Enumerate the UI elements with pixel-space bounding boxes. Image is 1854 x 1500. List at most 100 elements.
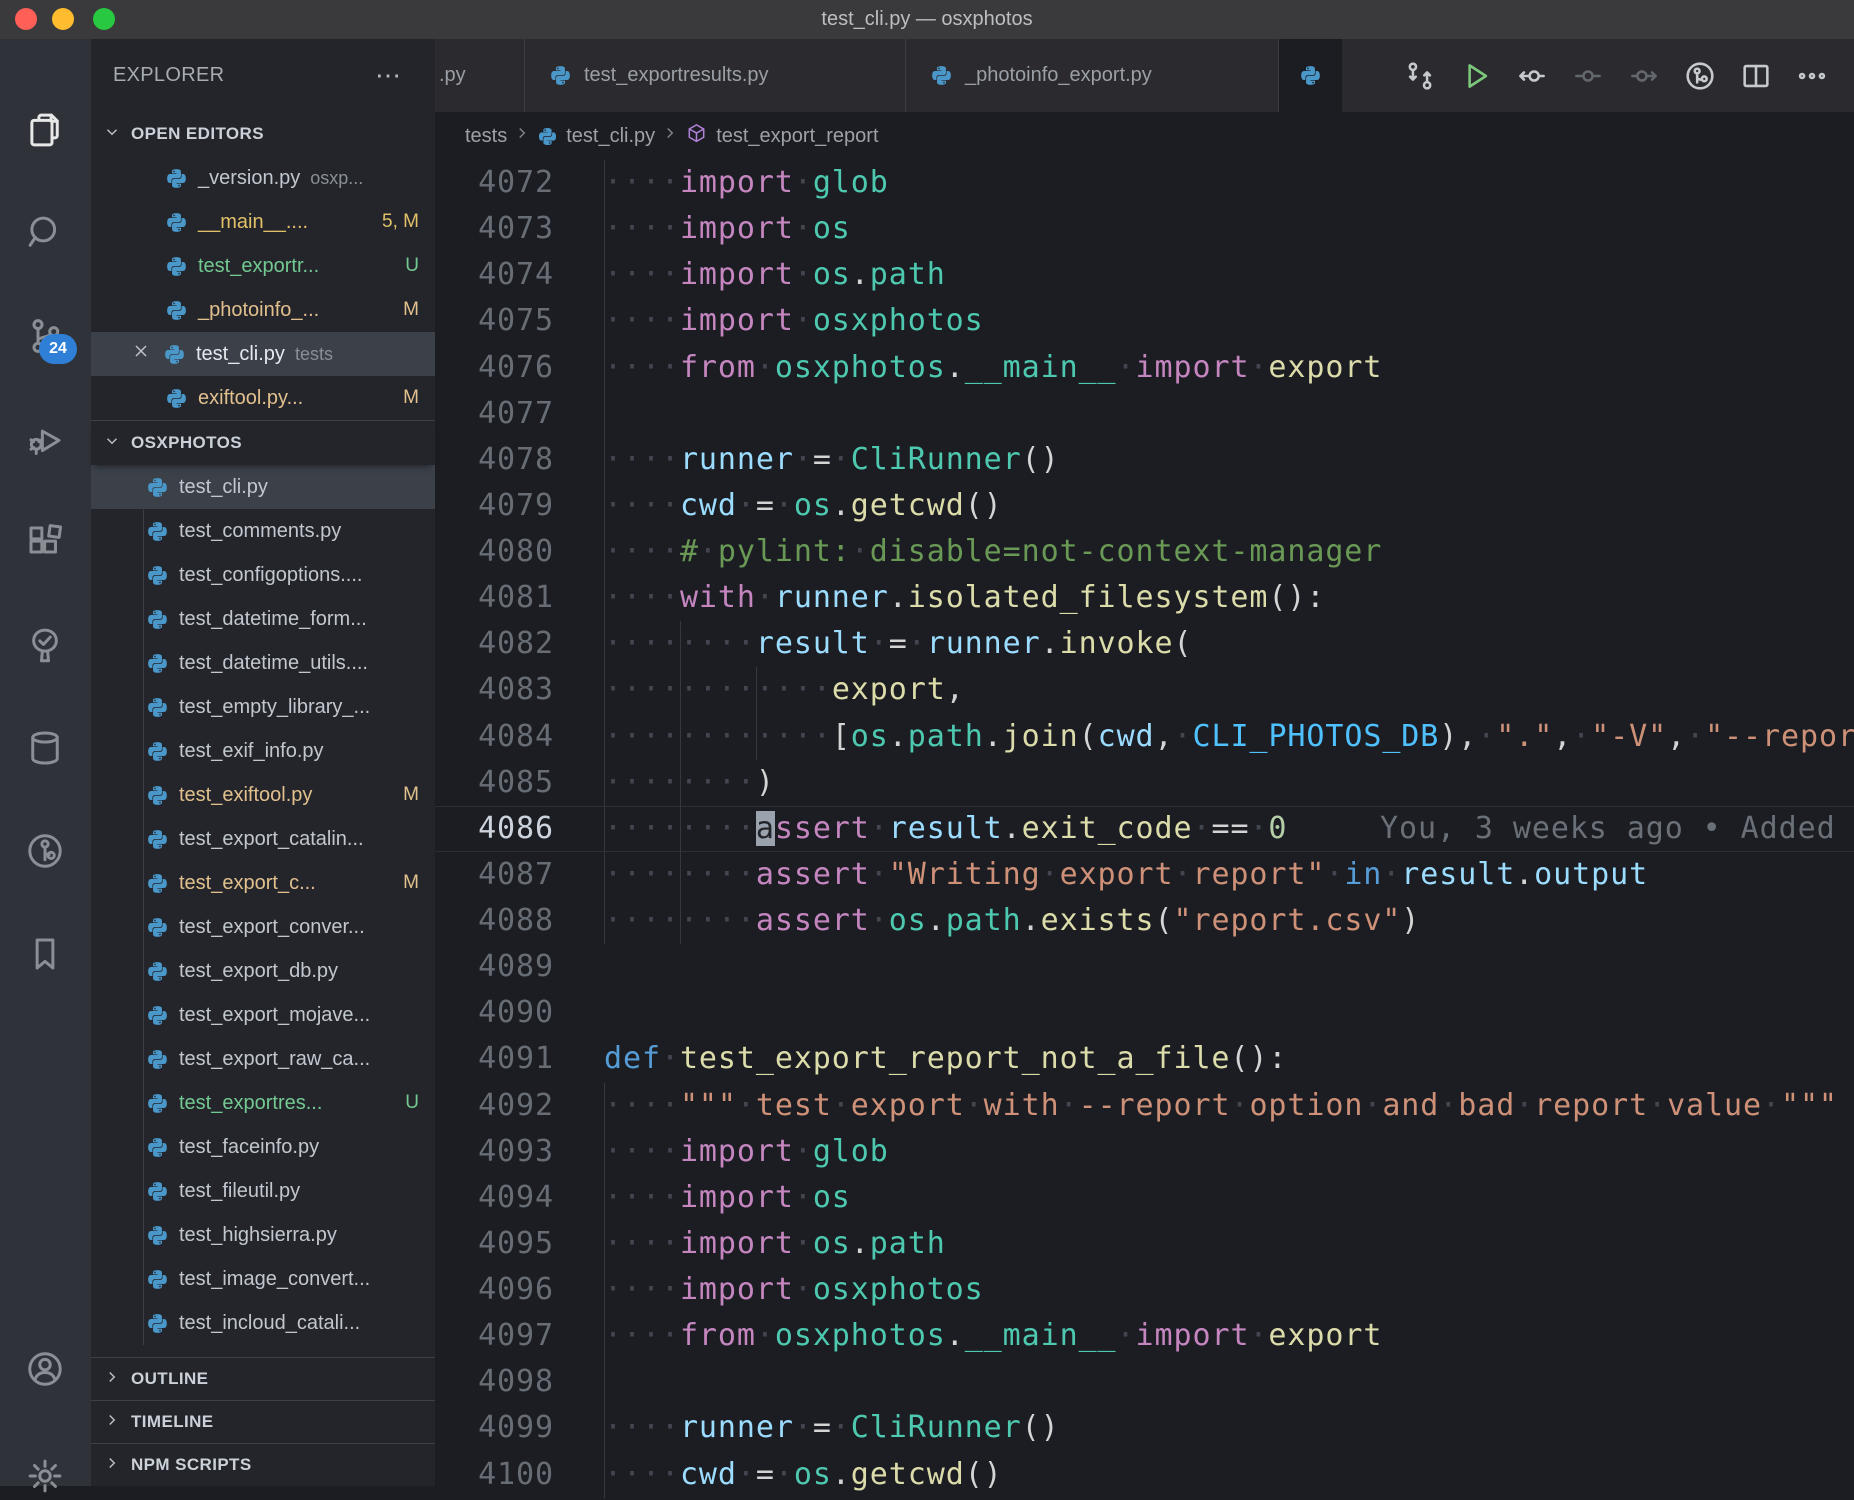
open-changes-icon[interactable] <box>1392 52 1448 100</box>
tree-item[interactable]: test_export_db.py <box>91 949 435 993</box>
previous-change-icon[interactable] <box>1504 52 1560 100</box>
python-file-icon <box>146 1048 169 1071</box>
indent-guide-icon <box>604 667 605 713</box>
code-line: 4074····import·os.path <box>435 252 1854 298</box>
open-editor-item[interactable]: __main__.... 5, M <box>91 200 435 244</box>
search-icon[interactable] <box>21 209 69 257</box>
tree-item[interactable]: test_exiftool.pyM <box>91 773 435 817</box>
tree-item[interactable]: test_faceinfo.py <box>91 1125 435 1169</box>
tree-item[interactable]: test_export_catalin... <box>91 817 435 861</box>
open-editor-item[interactable]: exiftool.py...M <box>91 376 435 420</box>
tab-active-pinned[interactable] <box>1279 39 1342 112</box>
tree-item[interactable]: test_fileutil.py <box>91 1169 435 1213</box>
breadcrumb-item[interactable]: test_cli.py <box>566 125 655 148</box>
python-file-icon <box>163 343 186 366</box>
tree-item[interactable]: test_highsierra.py <box>91 1213 435 1257</box>
line-content: ····cwd·=·os.getcwd() <box>604 1452 1854 1498</box>
explorer-more-actions-icon[interactable]: ⋯ <box>375 60 403 91</box>
tree-item[interactable]: test_configoptions.... <box>91 553 435 597</box>
database-icon[interactable] <box>21 724 69 772</box>
extensions-icon[interactable] <box>21 518 69 566</box>
breadcrumb-item[interactable]: test_export_report <box>716 125 878 148</box>
indent-guide-icon <box>604 252 605 298</box>
code-line: 4076····from·osxphotos.__main__·import·e… <box>435 345 1854 391</box>
open-editor-item[interactable]: _photoinfo_...M <box>91 288 435 332</box>
line-content: ········assert·"Writing·export·report"·i… <box>604 852 1854 898</box>
code-line: 4082········result·=·runner.invoke( <box>435 621 1854 667</box>
indent-guide-icon <box>604 852 605 898</box>
tree-item[interactable]: test_comments.py <box>91 509 435 553</box>
open-editor-item[interactable]: test_cli.pytests <box>91 332 435 376</box>
tree-item[interactable]: test_export_mojave... <box>91 993 435 1037</box>
more-actions-icon[interactable] <box>1784 52 1840 100</box>
tree-item[interactable]: test_incloud_catali... <box>91 1301 435 1345</box>
tab--photoinfo-export-py[interactable]: _photoinfo_export.py <box>906 39 1279 112</box>
minimize-window-button[interactable] <box>52 8 74 30</box>
file-label: test_fileutil.py <box>179 1180 300 1203</box>
line-number: 4083 <box>435 667 554 713</box>
section-header-npm-scripts[interactable]: NPM SCRIPTS <box>91 1443 435 1486</box>
explorer-sidebar: EXPLORER ⋯ OPEN EDITORS _version.pyosxp.… <box>91 39 435 1486</box>
line-number: 4079 <box>435 483 554 529</box>
line-content: ····runner·=·CliRunner() <box>604 437 1854 483</box>
tree-item[interactable]: test_exportres...U <box>91 1081 435 1125</box>
line-content: ····import·os <box>604 1175 1854 1221</box>
open-editor-item[interactable]: test_exportr...U <box>91 244 435 288</box>
run-debug-icon[interactable] <box>21 415 69 463</box>
explorer-icon[interactable] <box>21 106 69 154</box>
open-editors-section-header[interactable]: OPEN EDITORS <box>91 112 435 156</box>
breadcrumb: tests test_cli.py test_export_report <box>435 112 1854 160</box>
code-line: 4100····cwd·=·os.getcwd() <box>435 1452 1854 1498</box>
git-status-badge: U <box>405 255 419 277</box>
run-python-file-icon[interactable] <box>1448 52 1504 100</box>
tab-test-exportresults-py[interactable]: test_exportresults.py <box>525 39 906 112</box>
bookmarks-icon[interactable] <box>21 930 69 978</box>
tree-item[interactable]: test_export_raw_ca... <box>91 1037 435 1081</box>
indent-guide-icon <box>604 1313 605 1359</box>
tree-item[interactable]: test_empty_library_... <box>91 685 435 729</box>
file-description: osxp... <box>310 168 363 189</box>
git-status-badge: 5, M <box>382 211 419 233</box>
open-editor-item[interactable]: _version.pyosxp... <box>91 156 435 200</box>
project-section-header[interactable]: OSXPHOTOS <box>91 420 435 465</box>
source-control-icon[interactable]: 24 <box>21 312 69 360</box>
section-header-outline[interactable]: OUTLINE <box>91 1357 435 1400</box>
tree-item[interactable]: test_exif_info.py <box>91 729 435 773</box>
line-number: 4091 <box>435 1036 554 1082</box>
testing-icon[interactable] <box>21 621 69 669</box>
section-header-timeline[interactable]: TIMELINE <box>91 1400 435 1443</box>
account-icon[interactable] <box>21 1345 69 1393</box>
section-label: TIMELINE <box>131 1412 214 1432</box>
tree-item[interactable]: test_cli.py <box>91 465 435 509</box>
zoom-window-button[interactable] <box>93 8 115 30</box>
tree-item[interactable]: test_export_c...M <box>91 861 435 905</box>
chevron-right-icon <box>103 1411 121 1434</box>
tree-item[interactable]: test_image_convert... <box>91 1257 435 1301</box>
close-window-button[interactable] <box>15 8 37 30</box>
git-graph-icon[interactable] <box>1672 52 1728 100</box>
vscode-window: { "window": { "title": "test_cli.py — os… <box>0 0 1854 1486</box>
line-content: ····with·runner.isolated_filesystem(): <box>604 575 1854 621</box>
code-editor[interactable]: 4072····import·glob4073····import·os4074… <box>435 160 1854 1498</box>
sidebar-title: EXPLORER <box>113 64 224 87</box>
close-editor-icon[interactable] <box>131 341 151 367</box>
next-change-icon[interactable] <box>1616 52 1672 100</box>
tree-item[interactable]: test_datetime_form... <box>91 597 435 641</box>
code-line: 4083············export, <box>435 667 1854 713</box>
file-label: test_faceinfo.py <box>179 1136 319 1159</box>
settings-icon[interactable] <box>21 1452 69 1500</box>
indent-guide-icon <box>604 760 605 806</box>
tree-item[interactable]: test_export_conver... <box>91 905 435 949</box>
tree-item[interactable]: test_datetime_utils.... <box>91 641 435 685</box>
python-file-icon <box>165 299 188 322</box>
python-file-icon <box>146 1312 169 1335</box>
title-bar: test_cli.py — osxphotos <box>0 0 1854 39</box>
tab-partial[interactable]: .py <box>435 39 525 112</box>
code-line: 4096····import·osxphotos <box>435 1267 1854 1313</box>
breadcrumb-item[interactable]: tests <box>465 125 507 148</box>
current-change-icon[interactable] <box>1560 52 1616 100</box>
split-editor-icon[interactable] <box>1728 52 1784 100</box>
gitlens-icon[interactable] <box>21 827 69 875</box>
file-label: __main__.... <box>198 211 308 234</box>
line-content: ····from·osxphotos.__main__·import·expor… <box>604 1313 1854 1359</box>
